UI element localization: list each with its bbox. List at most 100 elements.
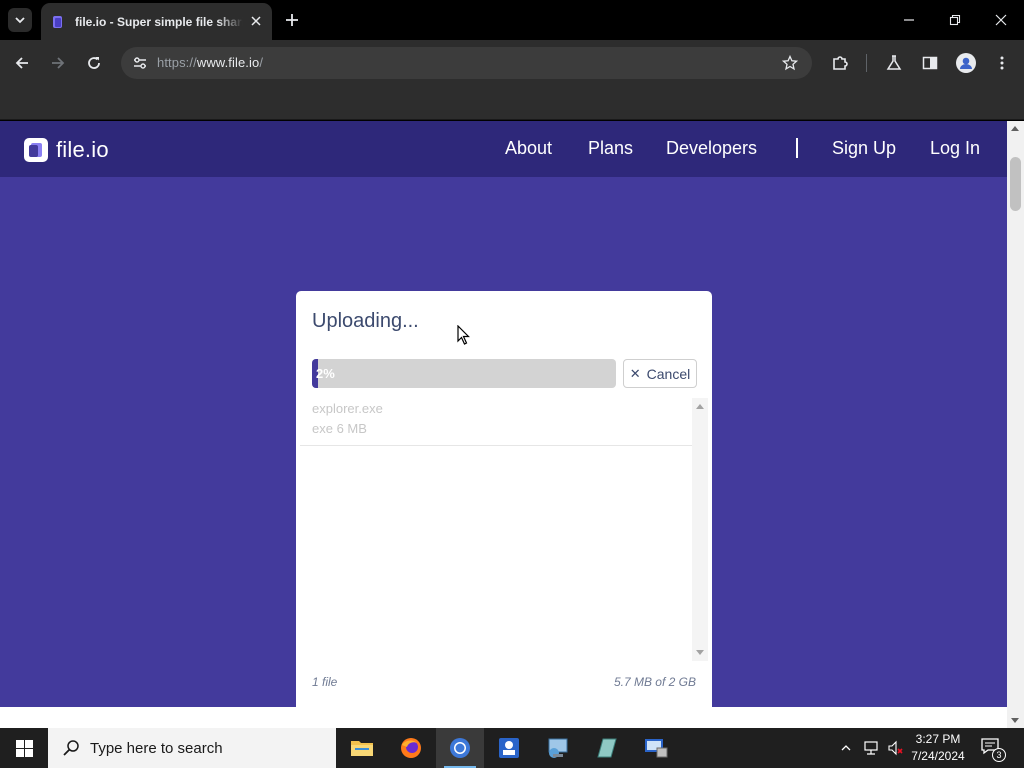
close-icon [995, 14, 1007, 26]
folder-icon [351, 741, 373, 756]
tune-icon [134, 57, 146, 69]
network-tray-button[interactable] [860, 728, 882, 768]
scroll-up-icon[interactable] [696, 404, 704, 409]
reload-icon [88, 57, 100, 69]
restore-button[interactable] [943, 8, 967, 32]
close-icon [251, 16, 261, 26]
taskbar-search[interactable]: Type here to search [48, 728, 336, 768]
app-badge-icon [499, 738, 519, 758]
chevron-up-icon [841, 745, 851, 751]
taskbar-chrome[interactable] [436, 728, 484, 768]
taskbar-app-7[interactable] [632, 728, 680, 768]
upload-dialog: Uploading... 2% ✕ Cancel explorer.exe ex… [296, 291, 712, 707]
close-icon: ✕ [629, 365, 641, 381]
nav-developers[interactable]: Developers [666, 138, 757, 159]
page-scrollbar[interactable] [1007, 121, 1024, 728]
chevron-down-icon [15, 17, 25, 24]
scroll-down-icon[interactable] [1011, 718, 1019, 723]
notification-count-badge: 3 [992, 748, 1006, 762]
tab-close-button[interactable] [248, 13, 264, 29]
nav-plans[interactable]: Plans [588, 138, 633, 159]
upload-title: Uploading... [312, 310, 419, 332]
clock-date: 7/24/2024 [911, 749, 965, 763]
side-panel-icon [922, 56, 938, 70]
mouse-cursor-icon [457, 325, 470, 345]
site-navbar: file.io About Plans Developers Sign Up L… [0, 121, 1007, 177]
close-window-button[interactable] [989, 8, 1013, 32]
network-computer-icon [548, 738, 568, 758]
labs-button[interactable] [882, 51, 906, 75]
arrow-right-icon [52, 57, 65, 69]
windows-taskbar: Type here to search 3:27 PM 7/24/2024 3 [0, 728, 1024, 768]
taskbar-app-4[interactable] [485, 728, 533, 768]
toolbar-separator [866, 54, 867, 72]
nav-about[interactable]: About [505, 138, 552, 159]
volume-muted-icon [888, 740, 903, 756]
url-text: https://www.file.io/ [157, 55, 264, 70]
file-meta: exe 6 MB [312, 421, 367, 436]
show-hidden-icons-button[interactable] [836, 728, 856, 768]
file-list-scrollbar[interactable] [692, 398, 708, 661]
browser-tab[interactable]: file.io - Super simple file sharing [41, 3, 272, 40]
reload-button[interactable] [82, 51, 106, 75]
taskbar-file-explorer[interactable] [338, 728, 386, 768]
storage-usage: 5.7 MB of 2 GB [613, 675, 696, 689]
cancel-button[interactable]: ✕ Cancel [623, 359, 697, 388]
extensions-button[interactable] [828, 51, 852, 75]
chrome-icon [450, 738, 470, 758]
scrollbar-thumb[interactable] [1010, 157, 1021, 211]
windows-logo-icon [15, 739, 33, 757]
search-icon [63, 740, 79, 756]
file-name: explorer.exe [312, 401, 383, 416]
upload-progress-bar: 2% [312, 359, 616, 388]
restore-icon [949, 14, 961, 26]
address-bar[interactable]: https://www.file.io/ [121, 47, 812, 79]
star-icon [782, 55, 798, 71]
start-button[interactable] [0, 728, 48, 768]
taskbar-clock[interactable]: 3:27 PM 7/24/2024 [904, 731, 972, 765]
page-viewport: file.io About Plans Developers Sign Up L… [0, 121, 1007, 707]
tab-search-button[interactable] [8, 8, 32, 32]
minimize-icon [904, 19, 914, 21]
taskbar-firefox[interactable] [387, 728, 435, 768]
taskbar-app-6[interactable] [583, 728, 631, 768]
menu-button[interactable] [990, 51, 1014, 75]
forward-button[interactable] [46, 51, 70, 75]
upload-progress-label: 2% [316, 366, 335, 381]
search-placeholder: Type here to search [90, 739, 223, 757]
flask-icon [886, 55, 902, 70]
bookmarks-bar [0, 86, 1024, 120]
minimize-button[interactable] [897, 8, 921, 32]
page-bottom-strip [0, 707, 1007, 728]
nav-log-in[interactable]: Log In [930, 138, 980, 159]
bookmark-button[interactable] [778, 51, 802, 75]
fileio-logo-icon [24, 138, 48, 162]
remote-desktop-icon [645, 739, 668, 758]
scroll-up-icon[interactable] [1011, 126, 1019, 131]
taskbar-app-5[interactable] [534, 728, 582, 768]
site-logo[interactable]: file.io [24, 137, 109, 163]
logo-text: file.io [56, 137, 109, 162]
site-info-button[interactable] [128, 51, 152, 75]
more-vertical-icon [1000, 56, 1004, 70]
puzzle-icon [833, 56, 848, 70]
cancel-label: Cancel [646, 365, 691, 382]
network-wired-icon [864, 741, 878, 755]
side-panel-button[interactable] [918, 51, 942, 75]
scroll-down-icon[interactable] [696, 650, 704, 655]
tablet-icon [597, 738, 617, 758]
clock-time: 3:27 PM [915, 732, 961, 746]
back-button[interactable] [10, 51, 34, 75]
tab-strip: file.io - Super simple file sharing [0, 0, 1024, 40]
avatar-icon [956, 53, 976, 73]
file-list: explorer.exe exe 6 MB [300, 398, 708, 661]
nav-divider [796, 138, 798, 158]
tab-title: file.io - Super simple file sharing [75, 14, 243, 29]
notification-center-button[interactable]: 3 [980, 736, 1006, 762]
arrow-left-icon [15, 57, 28, 69]
profile-button[interactable] [954, 51, 978, 75]
new-tab-button[interactable] [282, 10, 302, 30]
list-item: explorer.exe exe 6 MB [300, 398, 692, 446]
nav-sign-up[interactable]: Sign Up [832, 138, 896, 159]
volume-tray-button[interactable] [884, 728, 906, 768]
